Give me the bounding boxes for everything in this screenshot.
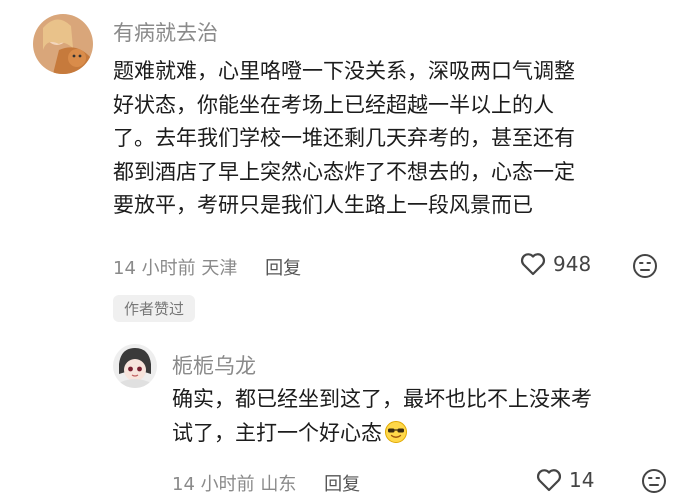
comment-username[interactable]: 有病就去治: [113, 17, 218, 47]
comment-line: 要放平，考研只是我们人生路上一段风景而已: [113, 193, 533, 217]
unhappy-face-icon: [642, 469, 666, 493]
reply-text: 确实，都已经坐到这了，最坏也比不上没来考 试了，主打一个好心态: [172, 383, 592, 454]
comment-line: 了。去年我们学校一堆还剩几天弃考的，甚至还有: [113, 126, 575, 150]
heart-outline-icon: [520, 253, 546, 276]
heart-outline-icon: [536, 469, 562, 492]
avatar[interactable]: [33, 14, 93, 74]
like-count: 948: [553, 252, 592, 276]
reply-like-count: 14: [569, 468, 595, 492]
reply-line: 试了，主打一个好心态: [172, 420, 382, 445]
reply-avatar[interactable]: [113, 344, 157, 388]
reply-username[interactable]: 栀栀乌龙: [172, 350, 256, 380]
reply-line: 确实，都已经坐到这了，最坏也比不上没来考: [172, 387, 592, 411]
comment-time: 14 小时前: [113, 258, 196, 279]
smile-sunglasses-emoji: [384, 420, 408, 455]
comment-line: 题难就难，心里咯噔一下没关系，深吸两口气调整: [113, 59, 575, 83]
reply-line-wrap: 试了，主打一个好心态: [172, 417, 592, 455]
reply-button[interactable]: 回复: [265, 254, 301, 280]
author-liked-badge: 作者赞过: [113, 295, 196, 322]
reply-time: 14 小时前: [172, 474, 255, 495]
reply-dislike-button[interactable]: [641, 468, 667, 498]
dislike-button[interactable]: [632, 253, 658, 283]
reply-reply-button[interactable]: 回复: [324, 470, 360, 496]
unhappy-face-icon: [633, 254, 657, 278]
comment-text: 题难就难，心里咯噔一下没关系，深吸两口气调整 好状态，你能坐在考场上已经超越一半…: [113, 55, 575, 223]
comment-meta: 14 小时前 天津 回复: [113, 254, 301, 280]
like-button[interactable]: 948: [520, 252, 591, 276]
comment-location: 天津: [201, 258, 238, 279]
comment-line: 都到酒店了早上突然心态炸了不想去的，心态一定: [113, 159, 575, 184]
reply-meta: 14 小时前 山东 回复: [172, 470, 360, 496]
comment-line: 好状态，你能坐在考场上已经超越一半以上的人: [113, 92, 554, 117]
reply-location: 山东: [260, 474, 297, 495]
reply-like-button[interactable]: 14: [536, 468, 594, 492]
